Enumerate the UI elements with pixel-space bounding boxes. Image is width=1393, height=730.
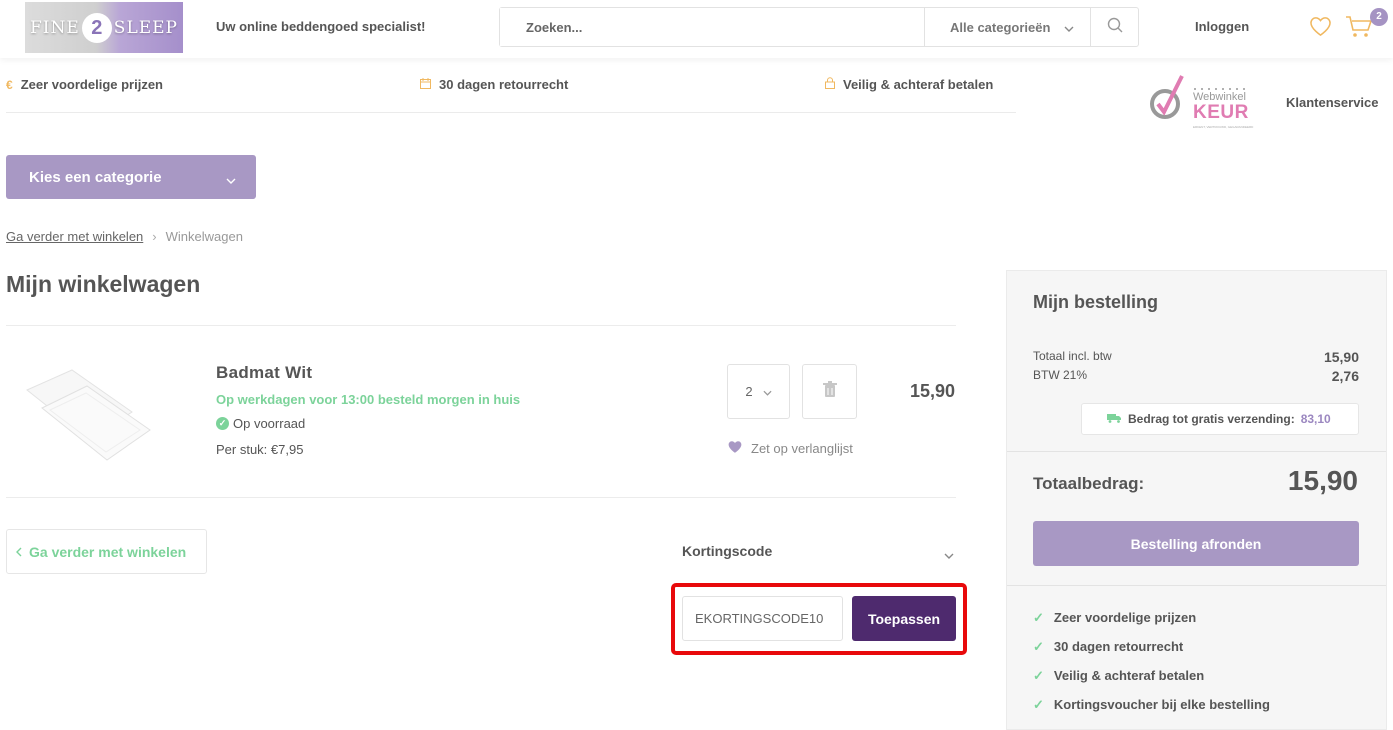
check-icon: ✓ — [1033, 696, 1044, 712]
breadcrumb-link[interactable]: Ga verder met winkelen — [6, 229, 143, 244]
usp-text: Veilig & achteraf betalen — [1053, 668, 1205, 683]
logo-text-mid: 2 — [81, 12, 112, 43]
continue-shopping-button[interactable]: Ga verder met winkelen — [6, 529, 207, 574]
add-to-wishlist-link[interactable]: Zet op verlanglijst — [727, 440, 853, 457]
summary-row-btw: BTW 21% 2,76 — [1033, 368, 1359, 384]
check-icon: ✓ — [1033, 609, 1044, 625]
webwinkel-keur-logo[interactable]: Webwinkel KEUR ERKENT, VERTROUWD, GEGARA… — [1147, 74, 1257, 136]
trash-icon — [822, 380, 837, 403]
tagline: Uw online beddengoed specialist! — [216, 19, 426, 34]
chevron-down-icon[interactable] — [944, 546, 954, 564]
line-price: 15,90 — [909, 381, 955, 401]
usp-text: 30 dagen retourrecht — [1053, 639, 1184, 654]
search-category-select[interactable]: Alle categorieën — [924, 8, 1090, 46]
chevron-left-icon — [16, 544, 22, 560]
unit-price: Per stuk: €7,95 — [216, 442, 304, 457]
wishlist-heart-icon[interactable] — [1309, 16, 1332, 42]
site-header: FINE 2 SLEEP Uw online beddengoed specia… — [0, 0, 1393, 58]
search-input[interactable] — [500, 8, 924, 46]
chevron-down-icon — [1064, 20, 1074, 35]
list-item: ✓ Veilig & achteraf betalen — [1033, 661, 1270, 690]
usp-label: 30 dagen retourrecht — [439, 77, 569, 92]
divider — [1007, 451, 1386, 452]
category-dropdown-label: Kies een categorie — [29, 168, 162, 186]
usp-divider — [6, 112, 1016, 113]
list-item: ✓ Zeer voordelige prijzen — [1033, 603, 1270, 632]
chevron-down-icon — [226, 171, 236, 188]
stock-label: Op voorraad — [233, 416, 306, 431]
free-shipping-notice: Bedrag tot gratis verzending: 83,10 — [1081, 403, 1359, 435]
search-category-label: Alle categorieën — [950, 19, 1051, 35]
keur-main-text: KEUR — [1193, 102, 1249, 123]
quantity-select[interactable]: 2 — [727, 364, 790, 419]
login-link[interactable]: Inloggen — [1195, 19, 1249, 34]
usp-label: Zeer voordelige prijzen — [20, 77, 164, 92]
usp-item-payment: Veilig & achteraf betalen — [825, 77, 993, 92]
heart-icon — [727, 440, 743, 457]
delivery-info: Op werkdagen voor 13:00 besteld morgen i… — [216, 392, 521, 407]
cart-count-badge: 2 — [1370, 8, 1388, 26]
quantity-value: 2 — [745, 384, 753, 399]
divider — [6, 497, 956, 498]
usp-text: Zeer voordelige prijzen — [1053, 610, 1197, 625]
logo-text-right: SLEEP — [113, 17, 178, 38]
keur-sub-text: ERKENT, VERTROUWD, GEGARANDEERD — [1193, 125, 1254, 129]
search-bar: Alle categorieën — [499, 7, 1139, 47]
apply-discount-button[interactable]: Toepassen — [852, 596, 956, 641]
page-title: Mijn winkelwagen — [6, 271, 201, 297]
breadcrumb-current: Winkelwagen — [165, 229, 243, 244]
check-circle-icon: ✓ — [216, 417, 229, 430]
product-name[interactable]: Badmat Wit — [216, 363, 312, 383]
btw-value: 2,76 — [1331, 368, 1359, 384]
calendar-icon — [420, 77, 431, 92]
euro-icon: € — [6, 77, 13, 92]
grand-total-label: Totaalbedrag: — [1033, 474, 1145, 493]
summary-usp-list: ✓ Zeer voordelige prijzen ✓ 30 dagen retou… — [1033, 603, 1270, 719]
chevron-right-icon: › — [152, 229, 157, 244]
remove-item-button[interactable] — [802, 364, 857, 419]
usp-item-prices: € Zeer voordelige prijzen — [6, 77, 163, 92]
truck-icon — [1107, 412, 1122, 426]
checkout-button[interactable]: Bestelling afronden — [1033, 521, 1359, 566]
logo-text-left: FINE — [30, 17, 80, 38]
list-item: ✓ 30 dagen retourrecht — [1033, 632, 1270, 661]
btw-label: BTW 21% — [1033, 368, 1088, 382]
total-incl-value: 15,90 — [1323, 349, 1359, 365]
summary-title: Mijn bestelling — [1033, 292, 1159, 312]
grand-total-value: 15,90 — [1287, 465, 1358, 496]
breadcrumb: Ga verder met winkelen › Winkelwagen — [6, 229, 243, 244]
lock-icon — [825, 77, 835, 92]
total-incl-label: Totaal incl. btw — [1033, 349, 1112, 363]
summary-row-total: Totaal incl. btw 15,90 — [1033, 349, 1359, 365]
usp-text: Kortingsvoucher bij elke bestelling — [1053, 697, 1270, 712]
continue-shopping-label: Ga verder met winkelen — [29, 543, 187, 560]
check-icon: ✓ — [1033, 638, 1044, 654]
order-summary: Mijn bestelling Totaal incl. btw 15,90 B… — [1006, 270, 1387, 730]
klantenservice-link[interactable]: Klantenservice — [1286, 95, 1379, 110]
discount-code-input[interactable] — [682, 596, 843, 641]
usp-label: Veilig & achteraf betalen — [843, 77, 994, 92]
divider — [1007, 585, 1386, 586]
search-icon — [1107, 17, 1123, 38]
product-image[interactable] — [22, 360, 152, 465]
shipping-amount: 83,10 — [1300, 412, 1331, 426]
category-dropdown-button[interactable]: Kies een categorie — [6, 155, 256, 199]
divider — [6, 325, 956, 326]
search-button[interactable] — [1090, 8, 1138, 46]
chevron-down-icon — [763, 384, 772, 399]
site-logo[interactable]: FINE 2 SLEEP — [25, 2, 183, 53]
stock-status: ✓ Op voorraad — [216, 416, 305, 431]
wishlist-label: Zet op verlanglijst — [751, 441, 853, 456]
check-icon: ✓ — [1033, 667, 1044, 683]
shipping-label: Bedrag tot gratis verzending: — [1128, 412, 1295, 426]
discount-toggle[interactable]: Kortingscode — [682, 543, 772, 559]
usp-item-returns: 30 dagen retourrecht — [420, 77, 568, 92]
